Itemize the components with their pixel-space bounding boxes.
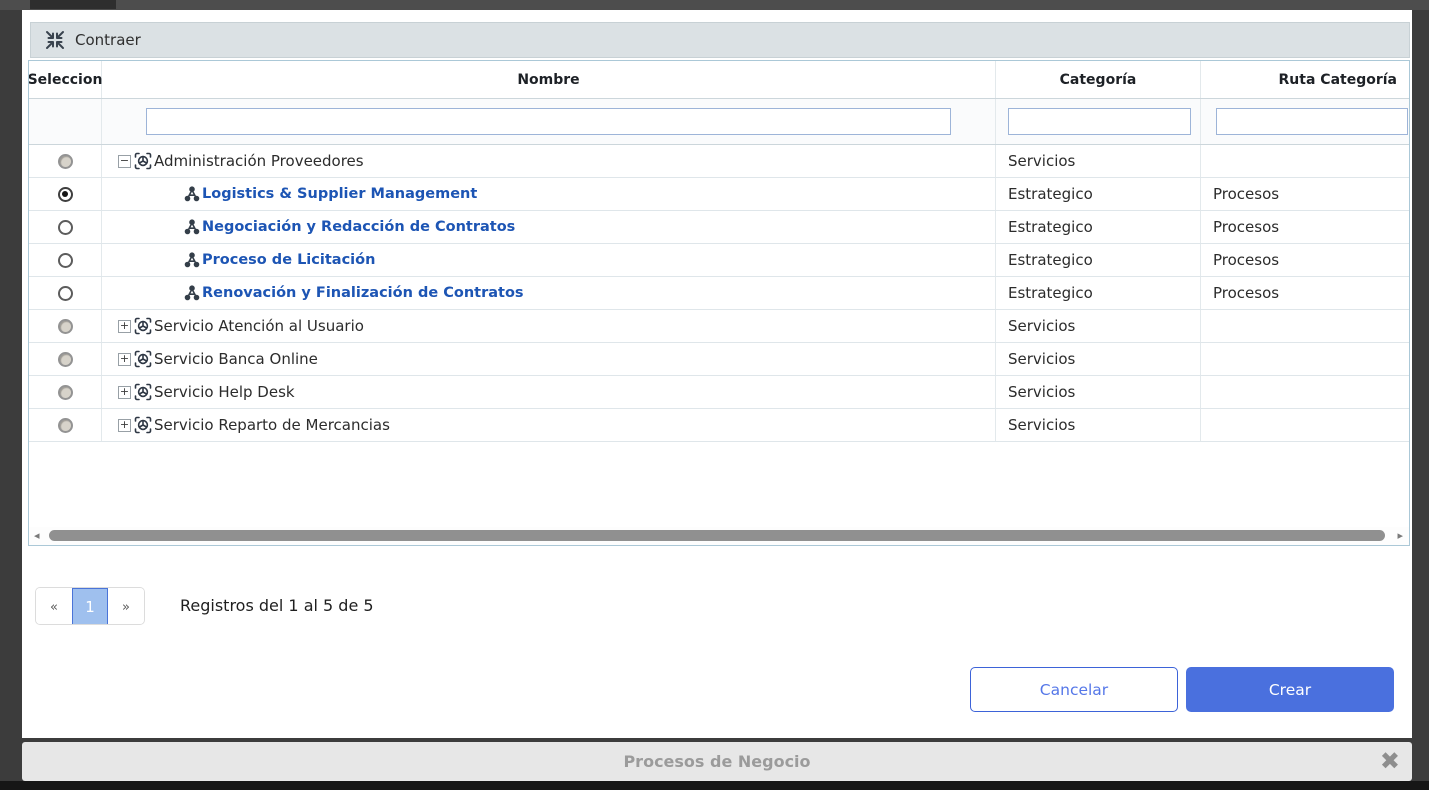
process-link-label[interactable]: Renovación y Finalización de Contratos — [202, 285, 524, 301]
categoria-cell: Servicios — [996, 145, 1201, 177]
column-header-seleccion: Seleccion — [29, 61, 102, 98]
ruta-categoria-cell — [1201, 376, 1409, 408]
table-row[interactable]: Logistics & Supplier Management Estrateg… — [29, 178, 1409, 211]
table-header-row: Seleccion Nombre Categoría Ruta Categorí… — [29, 61, 1409, 99]
close-icon[interactable]: ✖ — [1380, 742, 1400, 781]
radio-button[interactable] — [58, 385, 73, 400]
radio-button[interactable] — [58, 253, 73, 268]
categoria-cell: Servicios — [996, 376, 1201, 408]
expand-node-icon[interactable]: + — [118, 320, 131, 333]
table-row[interactable]: + Servicio Help Desk Servicios — [29, 376, 1409, 409]
service-gear-icon — [134, 383, 152, 401]
column-header-ruta-categoria: Ruta Categoría — [1201, 61, 1409, 98]
collapse-node-icon[interactable]: − — [118, 155, 131, 168]
expand-node-icon[interactable]: + — [118, 386, 131, 399]
process-picker-dialog: Contraer Seleccion Nombre Categoría Ruta… — [22, 10, 1412, 738]
radio-button[interactable] — [58, 319, 73, 334]
radio-button[interactable] — [58, 286, 73, 301]
table-row[interactable]: Renovación y Finalización de Contratos E… — [29, 277, 1409, 310]
ruta-categoria-cell: Procesos — [1201, 211, 1409, 243]
service-gear-icon — [134, 317, 152, 335]
table-row[interactable]: + Servicio Reparto de Mercancias Servici… — [29, 409, 1409, 442]
ruta-categoria-cell: Procesos — [1201, 277, 1409, 309]
categoria-cell: Estrategico — [996, 211, 1201, 243]
radio-button[interactable] — [58, 187, 73, 202]
categoria-cell: Servicios — [996, 409, 1201, 441]
table-row[interactable]: + Servicio Atención al Usuario Servicios — [29, 310, 1409, 343]
service-gear-icon — [134, 416, 152, 434]
categoria-cell: Estrategico — [996, 244, 1201, 276]
service-gear-icon — [134, 350, 152, 368]
ruta-categoria-cell — [1201, 310, 1409, 342]
background-page-remnant — [30, 0, 116, 9]
process-sitemap-icon — [184, 285, 200, 301]
process-node-label: Servicio Banca Online — [154, 350, 318, 368]
process-sitemap-icon — [184, 219, 200, 235]
scroll-right-arrow-icon[interactable]: ▸ — [1397, 530, 1403, 541]
collapse-all-label: Contraer — [75, 31, 141, 49]
expand-node-icon[interactable]: + — [118, 419, 131, 432]
background-overlay-bottom — [0, 781, 1429, 790]
scroll-left-arrow-icon[interactable]: ◂ — [34, 530, 40, 541]
categoria-filter-input[interactable] — [1008, 108, 1191, 135]
next-page-button[interactable]: » — [108, 588, 144, 625]
ruta-categoria-cell: Procesos — [1201, 244, 1409, 276]
process-sitemap-icon — [184, 252, 200, 268]
background-overlay-top — [0, 0, 1429, 10]
ruta-categoria-cell: Procesos — [1201, 178, 1409, 210]
process-link-label[interactable]: Logistics & Supplier Management — [202, 186, 477, 202]
filter-row — [29, 99, 1409, 145]
ruta-categoria-cell — [1201, 145, 1409, 177]
table-row[interactable]: + Servicio Banca Online Servicios — [29, 343, 1409, 376]
categoria-cell: Servicios — [996, 310, 1201, 342]
process-node-label: Servicio Atención al Usuario — [154, 317, 364, 335]
horizontal-scrollbar[interactable]: ◂ ▸ — [29, 527, 1409, 545]
process-sitemap-icon — [184, 186, 200, 202]
previous-page-button[interactable]: « — [36, 588, 72, 625]
table-row[interactable]: − Administración Proveedores Servicios — [29, 145, 1409, 178]
records-summary: Registros del 1 al 5 de 5 — [180, 587, 374, 625]
process-node-label: Administración Proveedores — [154, 152, 364, 170]
radio-button[interactable] — [58, 154, 73, 169]
cancel-button[interactable]: Cancelar — [970, 667, 1178, 712]
radio-button[interactable] — [58, 352, 73, 367]
dialog-title: Procesos de Negocio — [22, 742, 1412, 781]
process-link-label[interactable]: Negociación y Redacción de Contratos — [202, 219, 515, 235]
column-header-categoria: Categoría — [996, 61, 1201, 98]
scrollbar-thumb[interactable] — [49, 530, 1385, 541]
table-row[interactable]: Proceso de Licitación Estrategico Proces… — [29, 244, 1409, 277]
collapse-arrows-icon — [45, 30, 65, 50]
process-node-label: Servicio Help Desk — [154, 383, 295, 401]
pagination: « 1 » — [35, 587, 145, 625]
radio-button[interactable] — [58, 220, 73, 235]
column-header-nombre: Nombre — [102, 61, 996, 98]
categoria-cell: Estrategico — [996, 277, 1201, 309]
nombre-filter-input[interactable] — [146, 108, 951, 135]
radio-button[interactable] — [58, 418, 73, 433]
ruta-categoria-filter-input[interactable] — [1216, 108, 1408, 135]
current-page-button[interactable]: 1 — [72, 588, 108, 625]
process-table: Seleccion Nombre Categoría Ruta Categorí… — [28, 60, 1410, 546]
process-link-label[interactable]: Proceso de Licitación — [202, 252, 375, 268]
create-button[interactable]: Crear — [1186, 667, 1394, 712]
ruta-categoria-cell — [1201, 409, 1409, 441]
categoria-cell: Servicios — [996, 343, 1201, 375]
table-row[interactable]: Negociación y Redacción de Contratos Est… — [29, 211, 1409, 244]
categoria-cell: Estrategico — [996, 178, 1201, 210]
dialog-title-bar: Procesos de Negocio ✖ — [22, 742, 1412, 781]
collapse-all-button[interactable]: Contraer — [30, 22, 1410, 58]
process-node-label: Servicio Reparto de Mercancias — [154, 416, 390, 434]
service-gear-icon — [134, 152, 152, 170]
ruta-categoria-cell — [1201, 343, 1409, 375]
expand-node-icon[interactable]: + — [118, 353, 131, 366]
